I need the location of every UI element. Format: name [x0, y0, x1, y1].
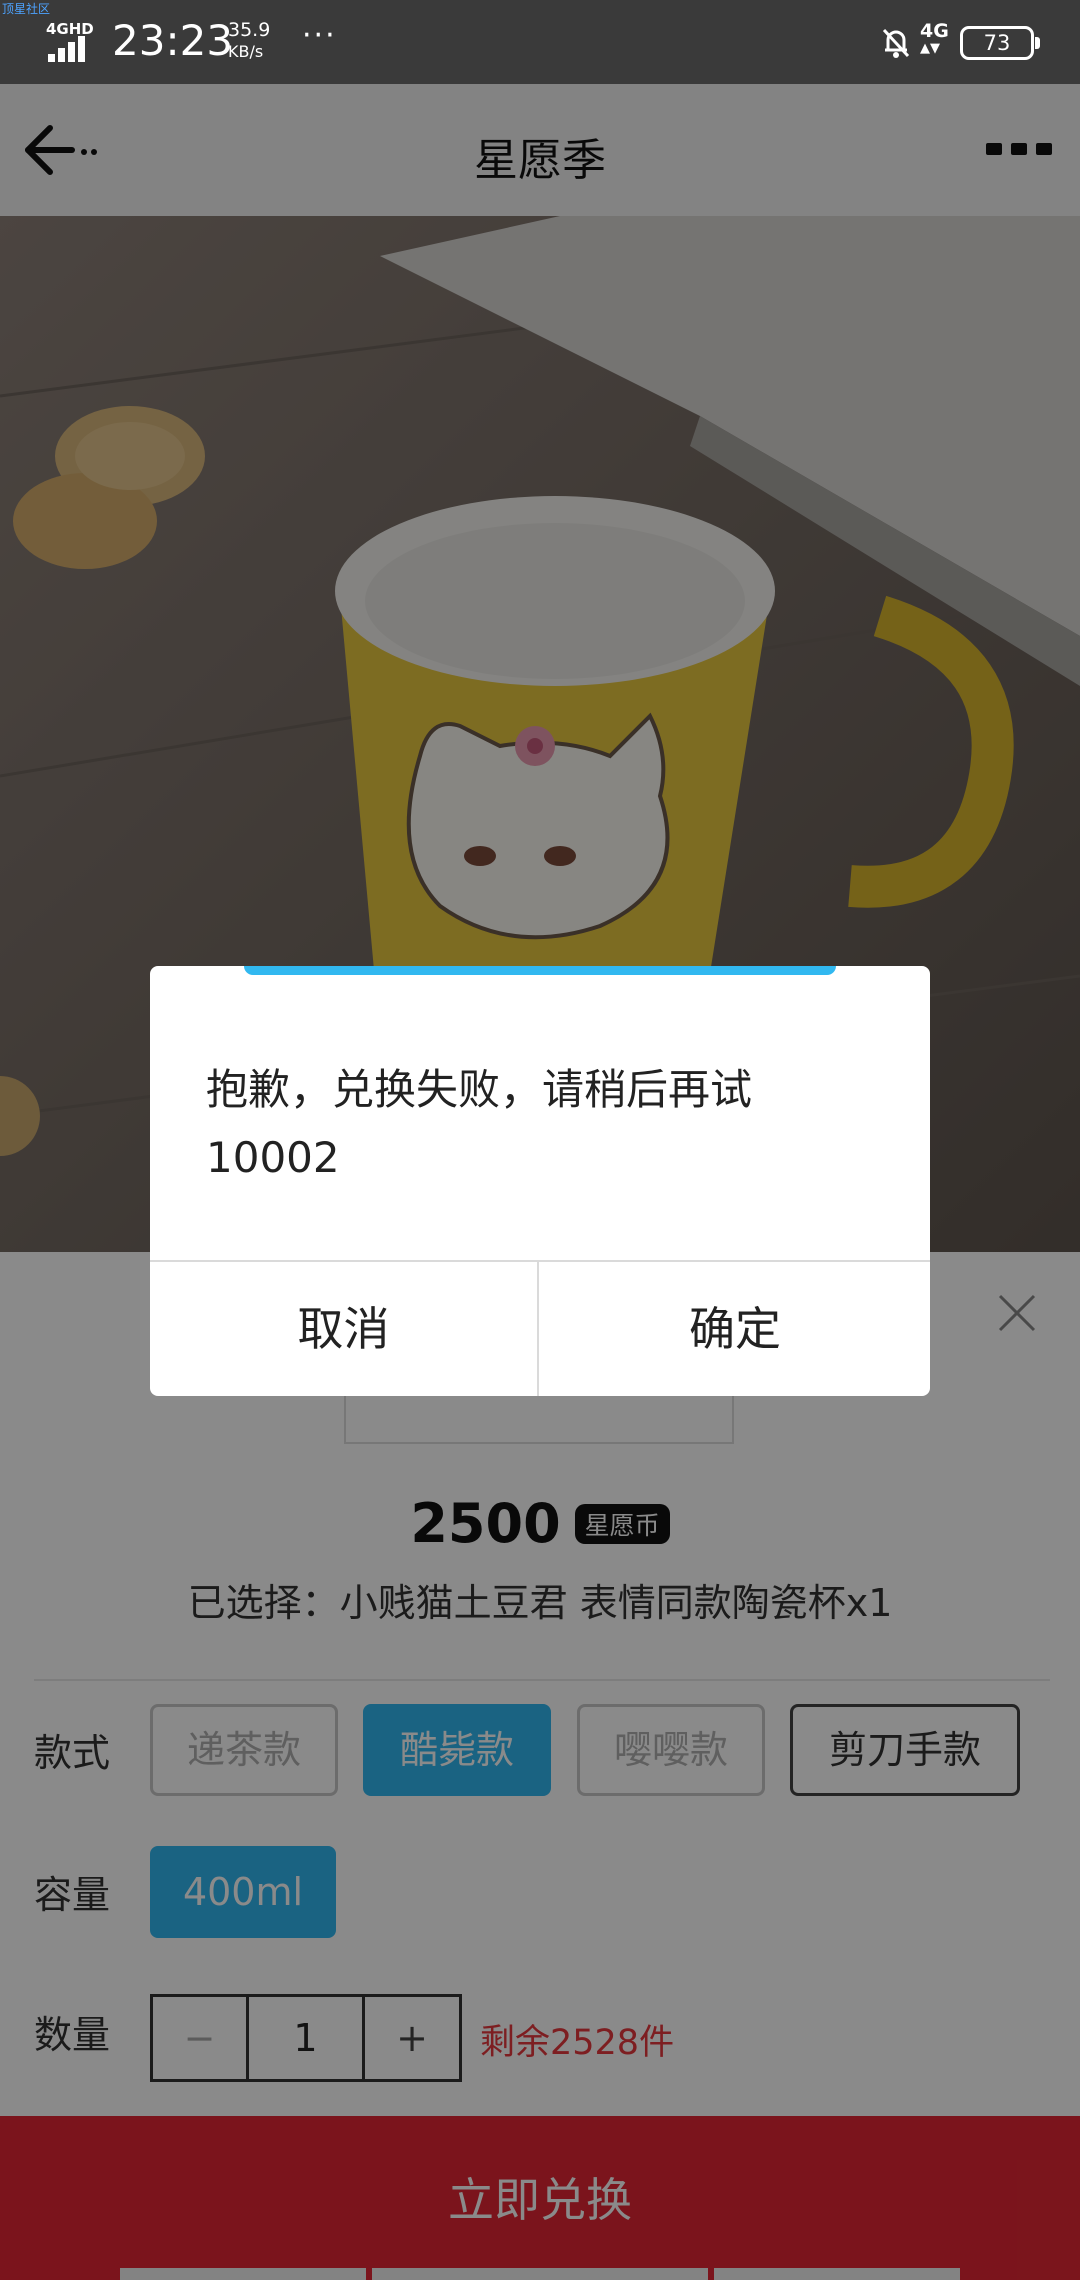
- confirm-button[interactable]: 确定: [540, 1262, 930, 1396]
- data-network-label: 4G: [920, 20, 949, 42]
- bell-off-icon: [882, 28, 910, 58]
- speed-unit: KB/s: [228, 42, 264, 61]
- signal-icon: 4GHD: [46, 20, 98, 62]
- dialog-accent-bar: [244, 966, 836, 975]
- battery-icon: 73: [960, 26, 1040, 60]
- network-type-label: 4GHD: [46, 20, 94, 38]
- clock: 23:23: [112, 16, 234, 65]
- status-bar: 顶星社区 4GHD 23:23 35.9 KB/s ··· 4G ▲▼ 73: [0, 0, 1080, 84]
- battery-level: 73: [983, 31, 1011, 55]
- dialog-message: 抱歉，兑换失败，请稍后再试 10002: [206, 1065, 753, 1182]
- speed-value: 35.9: [228, 19, 271, 41]
- cancel-button[interactable]: 取消: [150, 1262, 539, 1396]
- network-speed: 35.9 KB/s: [228, 20, 270, 62]
- data-network-icon: 4G ▲▼: [920, 20, 949, 57]
- corner-tag: 顶星社区: [2, 2, 51, 16]
- more-notifications-icon: ···: [302, 18, 337, 53]
- error-dialog: 抱歉，兑换失败，请稍后再试 10002 取消 确定: [150, 966, 930, 1396]
